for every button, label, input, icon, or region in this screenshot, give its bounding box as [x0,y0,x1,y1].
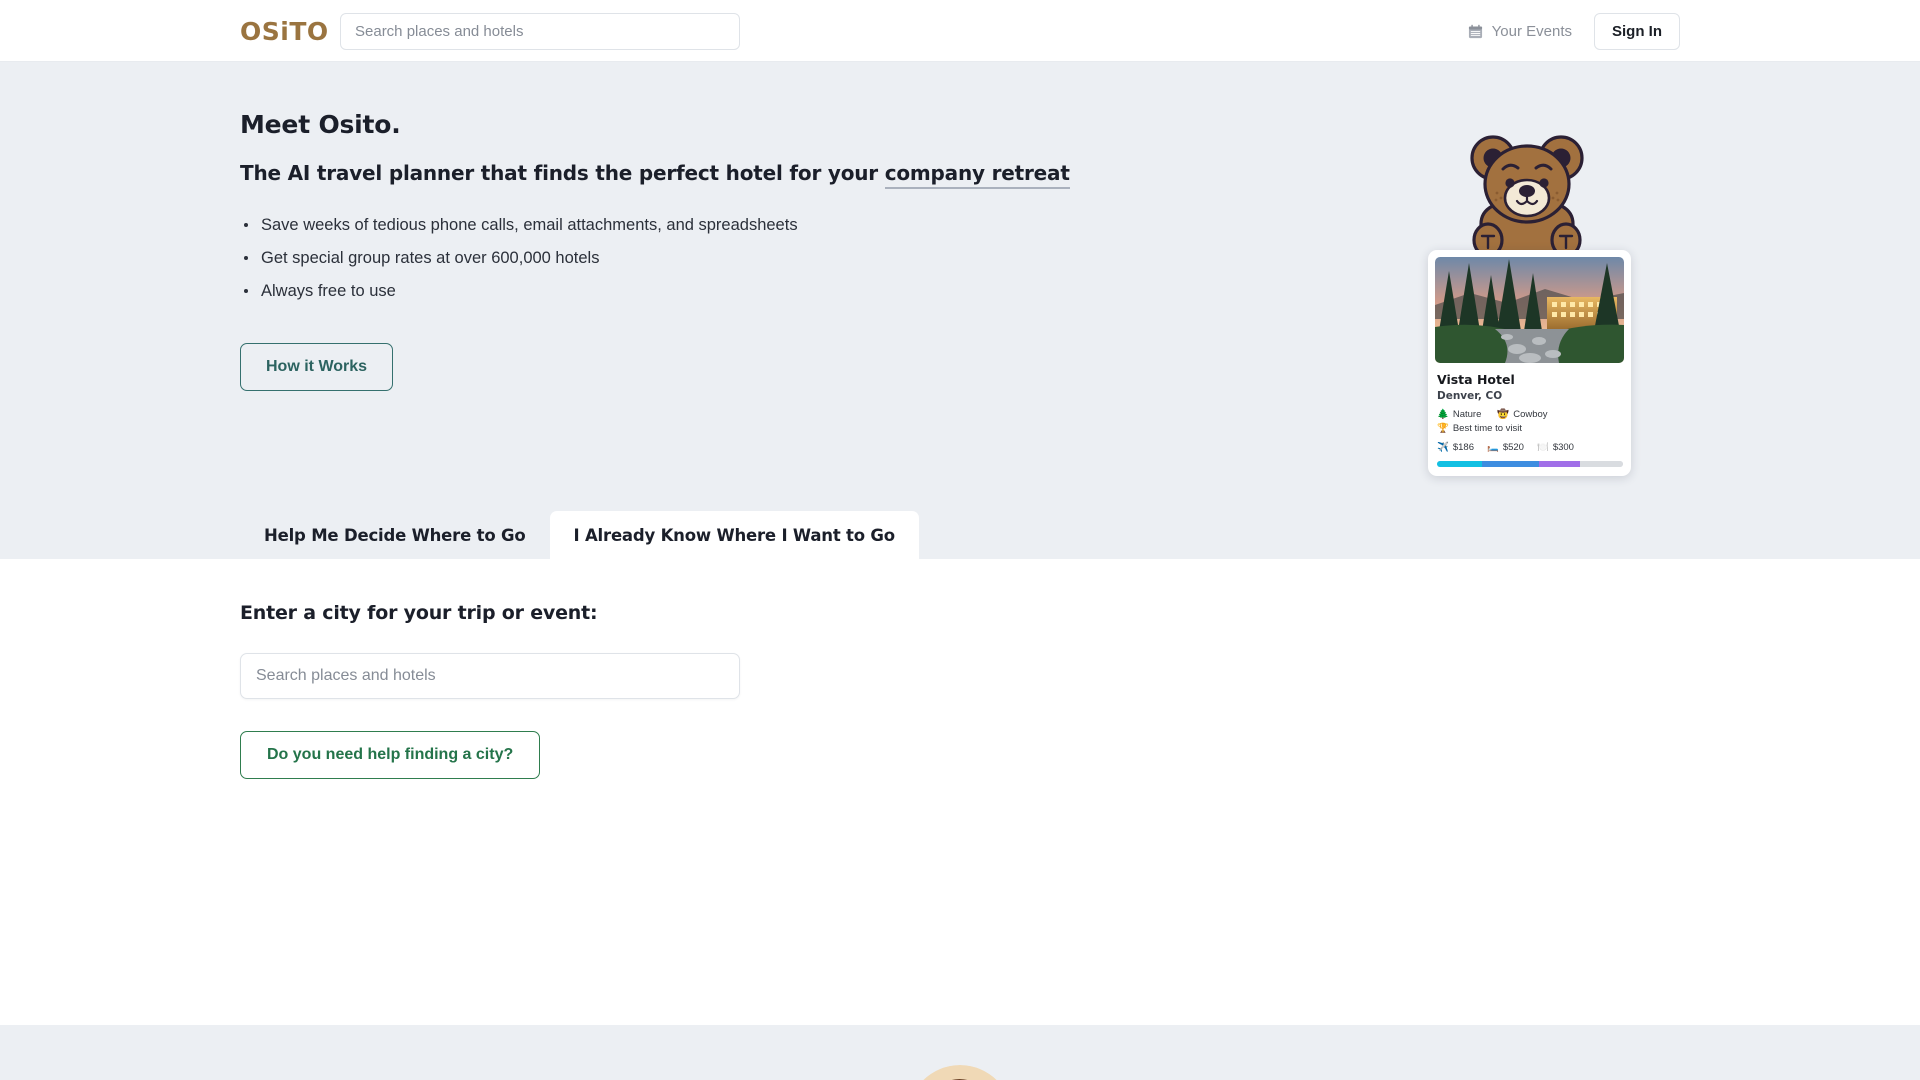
hotel-preview-card[interactable]: Vista Hotel Denver, CO 🌲 Nature 🤠 Cowboy… [1428,250,1631,476]
tab-panel: Enter a city for your trip or event: Do … [0,559,1920,1025]
cost-bar-segment-0 [1437,461,1482,467]
need-help-finding-city-button[interactable]: Do you need help finding a city? [240,731,540,779]
hotel-tag: 🌲 Nature [1437,409,1481,420]
header-search-input[interactable] [340,13,740,50]
bed-icon: 🛏️ [1487,442,1499,453]
testimonial-section [0,1025,1920,1080]
hotel-name: Vista Hotel [1435,372,1624,387]
sign-in-button[interactable]: Sign In [1594,13,1680,50]
price-flight-value: $186 [1453,442,1474,453]
tab-bar: Help Me Decide Where to Go I Already Kno… [0,497,1920,559]
bear-mascot-icon [1463,128,1591,261]
cowboy-hat-icon: 🤠 [1497,410,1509,420]
city-input-label: Enter a city for your trip or event: [240,602,1920,624]
tag-row: 🏆 Best time to visit [1437,423,1624,434]
hotel-tag-label: Nature [1453,409,1482,420]
hotel-location: Denver, CO [1435,390,1624,402]
evergreen-tree-icon: 🌲 [1437,410,1449,420]
hotel-tag-label: Best time to visit [1453,423,1522,434]
your-events-link[interactable]: Your Events [1468,23,1572,40]
calendar-icon [1468,24,1483,39]
list-item: Always free to use [240,279,1340,304]
osito-logo[interactable]: OSiTO [240,17,329,46]
logo-text-part1: OS [240,17,280,46]
list-item: Get special group rates at over 600,000 … [240,246,1340,271]
price-food: 🍽️ $300 [1537,442,1574,453]
cost-bar-segment-2 [1539,461,1580,467]
hotel-tag-label: Cowboy [1513,409,1547,420]
mascot-and-card: Vista Hotel Denver, CO 🌲 Nature 🤠 Cowboy… [1455,62,1665,462]
tag-row: 🌲 Nature 🤠 Cowboy [1437,409,1624,420]
list-item: Save weeks of tedious phone calls, email… [240,213,1340,238]
airplane-icon: ✈️ [1437,442,1449,453]
avatar [908,1065,1013,1080]
hotel-tags: 🌲 Nature 🤠 Cowboy 🏆 Best time to visit [1435,409,1624,434]
page-title: Meet Osito. [240,110,1340,139]
header-actions: Your Events Sign In [1468,0,1680,62]
hotel-tag: 🤠 Cowboy [1497,409,1547,420]
cost-bar-segment-1 [1482,461,1540,467]
price-hotel: 🛏️ $520 [1487,442,1524,453]
cost-bar-segment-3 [1580,461,1623,467]
price-hotel-value: $520 [1503,442,1524,453]
logo-text-part3: TO [289,17,328,46]
trip-type-link[interactable]: company retreat [885,161,1070,189]
trophy-icon: 🏆 [1437,424,1449,434]
tab-help-me-decide[interactable]: Help Me Decide Where to Go [240,511,550,559]
hotel-price-breakdown: ✈️ $186 🛏️ $520 🍽️ $300 [1435,442,1624,453]
hero-content: Meet Osito. The AI travel planner that f… [240,62,1340,391]
cutlery-icon: 🍽️ [1537,442,1549,453]
how-it-works-button[interactable]: How it Works [240,343,393,391]
hotel-photo [1435,257,1624,363]
hotel-tag: 🏆 Best time to visit [1437,423,1522,434]
site-header: OSiTO Your Events Sign In [0,0,1920,62]
hero-benefits-list: Save weeks of tedious phone calls, email… [240,213,1340,303]
cost-breakdown-bar [1437,461,1623,467]
hero-section: Meet Osito. The AI travel planner that f… [0,62,1920,497]
your-events-label: Your Events [1492,23,1572,40]
logo-text-part2: i [280,17,289,46]
hero-subheadline: The AI travel planner that finds the per… [240,161,1340,185]
hero-subheadline-prefix: The AI travel planner that finds the per… [240,161,885,185]
price-flight: ✈️ $186 [1437,442,1474,453]
tab-i-already-know[interactable]: I Already Know Where I Want to Go [550,511,919,559]
city-search-input[interactable] [240,653,740,699]
price-food-value: $300 [1553,442,1574,453]
